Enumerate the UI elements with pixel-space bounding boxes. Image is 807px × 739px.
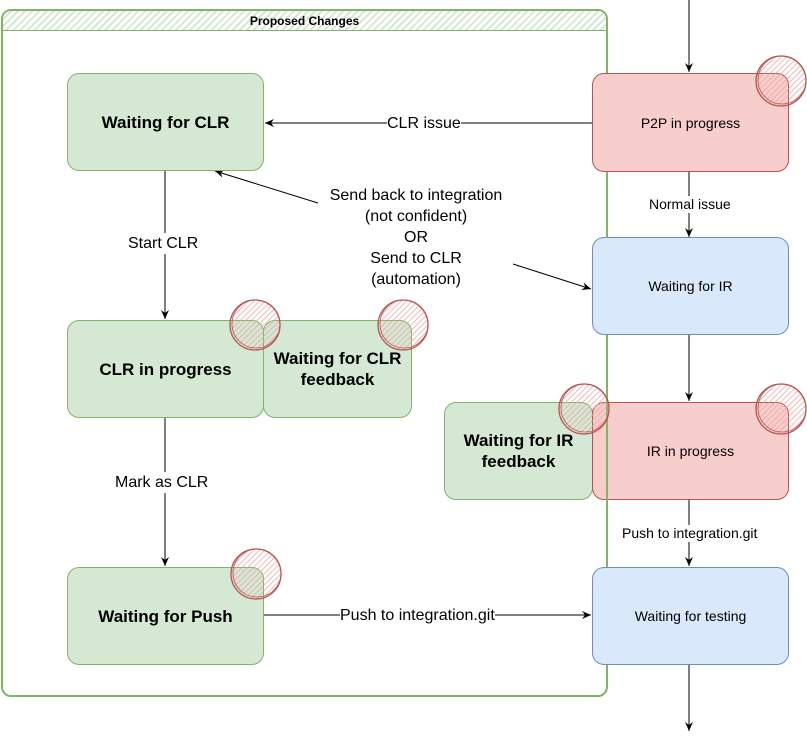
node-ir-in-progress[interactable]: IR in progress — [592, 402, 789, 500]
send-back-line-5: (automation) — [371, 271, 461, 288]
edge-label-push-right: Push to integration.git — [622, 525, 758, 542]
edge-label-start-clr: Start CLR — [128, 233, 199, 254]
send-back-line-1: Send back to integration — [329, 187, 503, 204]
node-waiting-for-testing[interactable]: Waiting for testing — [592, 567, 789, 665]
node-clr-in-progress[interactable]: CLR in progress — [67, 320, 264, 418]
edge-label-clr-issue: CLR issue — [387, 113, 461, 134]
container-right-border-overlay — [606, 400, 608, 502]
node-waiting-for-clr-feedback[interactable]: Waiting for CLR feedback — [263, 320, 412, 418]
edge-label-normal-issue: Normal issue — [649, 196, 731, 213]
node-label: CLR in progress — [99, 359, 232, 379]
edge-label-push-left: Push to integration.git — [340, 605, 495, 626]
node-waiting-for-push[interactable]: Waiting for Push — [67, 567, 264, 665]
send-back-line-2: (not confident) — [364, 208, 468, 225]
node-waiting-for-ir[interactable]: Waiting for IR — [592, 237, 789, 335]
node-label: Waiting for testing — [634, 608, 747, 624]
send-back-line-3: OR — [404, 229, 428, 246]
node-label: Waiting for IR feedback — [463, 431, 574, 471]
edge-label-send-back: Send back to integration (not confident)… — [318, 185, 514, 290]
send-back-line-4: Send to CLR — [370, 250, 462, 267]
node-label: Waiting for CLR — [101, 112, 230, 132]
node-waiting-for-clr[interactable]: Waiting for CLR — [67, 73, 264, 171]
edge-send-back — [214, 169, 319, 204]
node-label: Waiting for Push — [98, 606, 233, 626]
edge-label-mark-as-clr: Mark as CLR — [115, 472, 209, 493]
node-label: Waiting for CLR feedback — [273, 349, 402, 389]
edge-send-to-ir — [512, 263, 592, 291]
node-label: IR in progress — [646, 443, 735, 459]
node-label: P2P in progress — [640, 114, 741, 131]
node-p2p-in-progress[interactable]: P2P in progress — [592, 73, 789, 172]
node-waiting-for-ir-feedback[interactable]: Waiting for IR feedback — [444, 402, 593, 500]
node-label: Waiting for IR — [648, 278, 733, 294]
